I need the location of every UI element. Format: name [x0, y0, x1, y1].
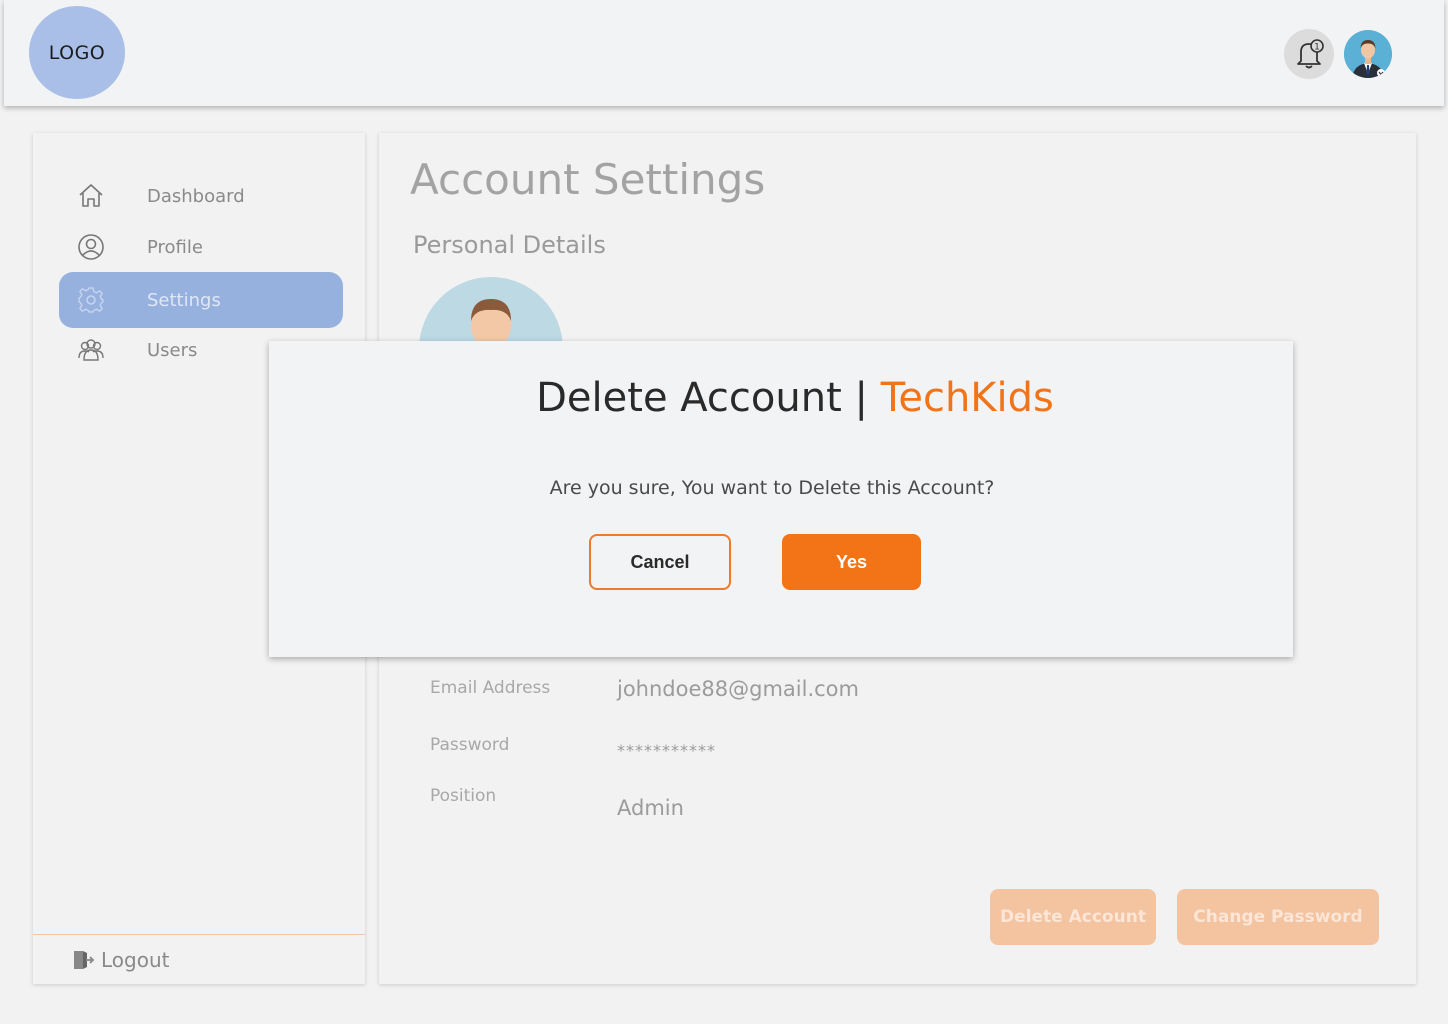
email-value: johndoe88@gmail.com — [617, 677, 859, 701]
modal-title-separator: | — [854, 375, 868, 421]
password-label: Password — [430, 735, 510, 755]
user-circle-icon — [78, 234, 104, 260]
position-label: Position — [430, 786, 497, 806]
page-title: Account Settings — [410, 155, 766, 204]
position-value: Admin — [617, 796, 684, 820]
sidebar-item-label: Dashboard — [147, 185, 245, 207]
gear-icon — [78, 287, 104, 313]
logout-button[interactable]: Logout — [71, 948, 169, 972]
modal-message: Are you sure, You want to Delete this Ac… — [549, 477, 995, 499]
modal-brand: TechKids — [880, 375, 1054, 421]
sidebar-item-settings[interactable]: Settings — [59, 272, 343, 328]
bell-icon: 1 — [1297, 39, 1324, 69]
cancel-button[interactable]: Cancel — [589, 534, 731, 590]
sidebar-item-label: Profile — [147, 236, 203, 258]
notification-badge: 1 — [1314, 43, 1320, 53]
modal-title-text: Delete Account — [536, 375, 842, 421]
delete-account-modal: Delete Account | TechKids Are you sure, … — [269, 341, 1293, 657]
modal-title: Delete Account | TechKids — [269, 375, 1321, 421]
logout-label: Logout — [101, 948, 170, 972]
home-icon — [79, 184, 103, 207]
notification-button[interactable]: 1 — [1284, 29, 1334, 79]
yes-button[interactable]: Yes — [782, 534, 921, 590]
user-avatar-button[interactable] — [1344, 30, 1392, 78]
change-password-button[interactable]: Change Password — [1177, 889, 1379, 945]
sidebar-item-label: Settings — [147, 289, 221, 311]
users-icon — [78, 339, 104, 361]
sidebar-item-label: Users — [147, 339, 198, 361]
sidebar-item-dashboard[interactable]: Dashboard — [59, 168, 343, 224]
sidebar-divider — [33, 934, 365, 935]
avatar-icon — [1344, 30, 1392, 78]
section-title: Personal Details — [413, 231, 606, 259]
email-label: Email Address — [430, 678, 551, 698]
sidebar-item-profile[interactable]: Profile — [59, 219, 343, 275]
top-bar: LOGO 1 — [4, 0, 1444, 106]
password-value: *********** — [617, 741, 716, 760]
logout-icon — [74, 951, 95, 969]
logo[interactable]: LOGO — [29, 6, 125, 99]
delete-account-button[interactable]: Delete Account — [990, 889, 1156, 945]
